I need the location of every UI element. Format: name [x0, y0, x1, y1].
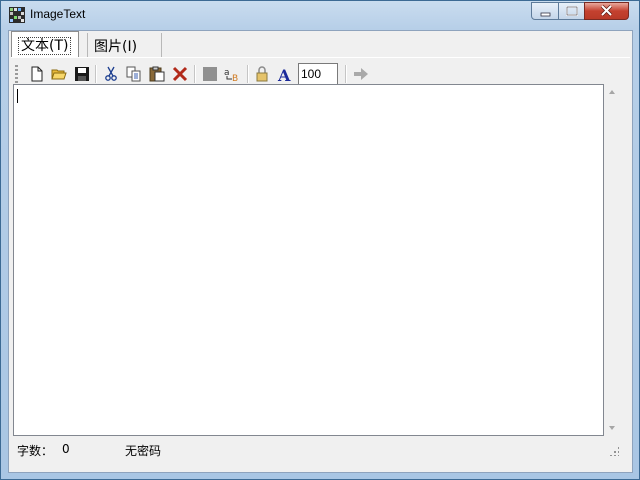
- save-button[interactable]: [72, 64, 92, 84]
- delete-button[interactable]: [170, 64, 190, 84]
- scroll-down-icon[interactable]: [609, 426, 615, 430]
- client-area: 文本(T) 图片(I) a B A 100 字数： 0 无密码: [8, 30, 633, 473]
- open-folder-icon: [51, 69, 67, 80]
- app-icon: [9, 7, 25, 23]
- tab-image-label: 图片(I): [94, 39, 138, 55]
- lock-icon: [256, 66, 268, 82]
- text-editor[interactable]: [13, 84, 604, 436]
- delete-x-icon: [172, 66, 188, 82]
- scissors-icon: [105, 66, 117, 81]
- word-count-label: 字数：: [17, 444, 54, 458]
- toolbar: aB A: [15, 62, 625, 86]
- text-caret: [17, 89, 18, 103]
- close-button[interactable]: [584, 2, 629, 20]
- maximize-icon: [566, 6, 578, 16]
- svg-text:B: B: [232, 74, 238, 82]
- window-title: ImageText: [30, 7, 86, 21]
- app-window: ImageText 文本(T) 图片(I) a B A 100 字数： 0 无密…: [0, 0, 640, 480]
- go-button[interactable]: [351, 64, 371, 84]
- title-bar[interactable]: ImageText: [1, 1, 639, 29]
- font-button[interactable]: A: [275, 64, 295, 84]
- paste-button[interactable]: [147, 64, 167, 84]
- scroll-up-icon[interactable]: [609, 90, 615, 94]
- ab-convert-icon: aB: [224, 68, 238, 82]
- zoom-input[interactable]: [298, 63, 338, 85]
- paste-icon: [149, 66, 165, 82]
- toolbar-separator: [345, 65, 347, 83]
- tab-text[interactable]: 文本(T): [11, 31, 79, 57]
- grid-icon: [203, 67, 217, 81]
- toolbar-separator: [247, 65, 249, 83]
- save-icon: [75, 67, 89, 81]
- arrow-right-icon: [354, 68, 368, 80]
- toolbar-separator: [194, 65, 196, 83]
- tab-image[interactable]: 图片(I): [87, 33, 162, 57]
- close-icon: [600, 4, 613, 17]
- word-count-value: 0: [62, 442, 70, 456]
- minimize-icon: [540, 12, 551, 17]
- new-file-icon: [31, 66, 43, 82]
- minimize-button[interactable]: [531, 2, 559, 20]
- open-folder-button[interactable]: [49, 64, 69, 84]
- copy-icon: [126, 66, 141, 82]
- status-bar: 字数： 0 无密码: [13, 438, 623, 460]
- toolbar-separator: [95, 65, 97, 83]
- password-status: 无密码: [125, 444, 162, 458]
- grid-button[interactable]: [200, 64, 220, 84]
- cut-button[interactable]: [101, 64, 121, 84]
- tab-panel: aB A 100 字数： 0 无密码: [11, 57, 630, 472]
- toolbar-grip[interactable]: [15, 65, 18, 83]
- text-convert-button[interactable]: aB: [223, 64, 243, 84]
- tab-text-label: 文本(T): [18, 37, 72, 55]
- copy-button[interactable]: [124, 64, 144, 84]
- vertical-scrollbar[interactable]: [604, 84, 621, 436]
- new-file-button[interactable]: [27, 64, 47, 84]
- maximize-button[interactable]: [558, 2, 585, 20]
- password-button[interactable]: [252, 64, 272, 84]
- font-a-icon: A: [277, 66, 291, 82]
- tab-strip: 文本(T) 图片(I): [11, 31, 631, 57]
- resize-grip-icon[interactable]: [609, 446, 619, 456]
- svg-text:A: A: [277, 66, 291, 82]
